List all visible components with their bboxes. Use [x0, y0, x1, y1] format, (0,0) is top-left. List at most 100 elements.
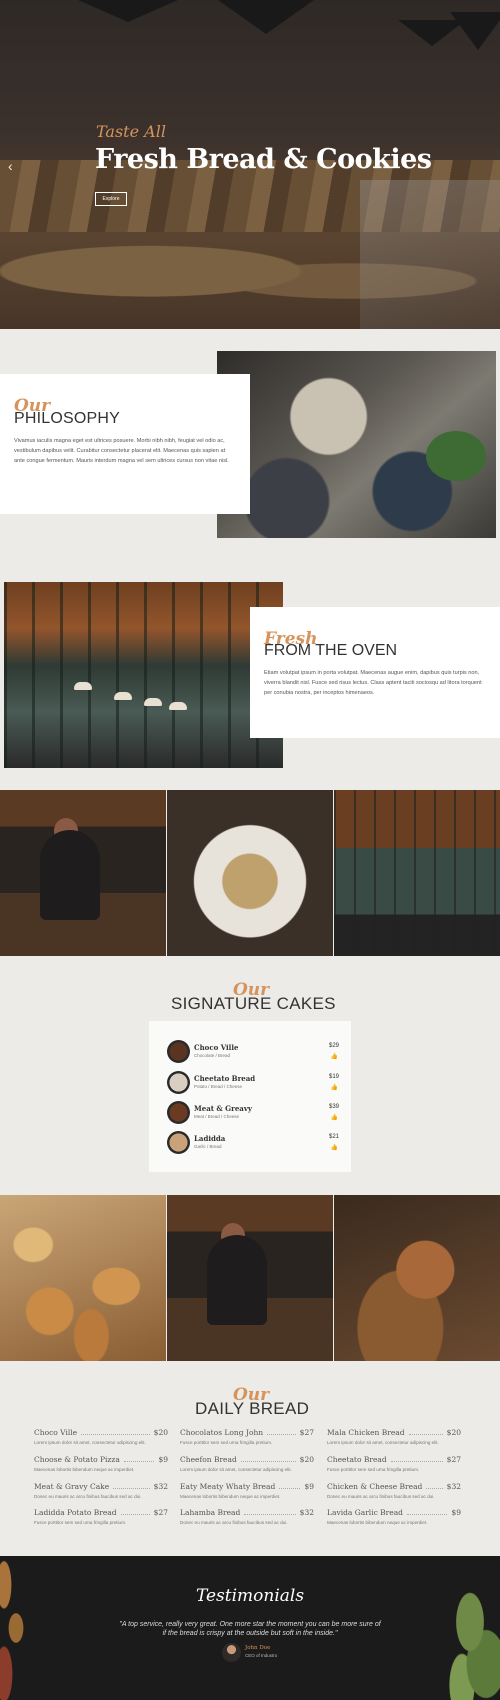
daily-bread-item: Eaty Meaty Whaty Bread $9 Maecenas loborti… — [180, 1482, 314, 1506]
bread-name: Meat & Gravy Cake — [34, 1482, 110, 1491]
daily-bread-item: Lavida Garlic Bread $9 Maecenas lobortis b… — [327, 1508, 461, 1532]
leader-dots — [279, 1484, 301, 1489]
cake-name: Cheetato Bread — [194, 1074, 256, 1083]
bread-name: Cheetato Bread — [327, 1455, 387, 1464]
leader-dots — [240, 1457, 296, 1462]
daily-bread-item: Meat & Gravy Cake $32 Donec eu mauris ac a… — [34, 1482, 168, 1506]
gallery-bread-loaf-photo — [334, 1195, 500, 1361]
pendant-light-icon — [169, 702, 187, 710]
nuts-decoration-image — [0, 1556, 40, 1700]
bread-description: Donec eu mauris ac arcu finibus faucibus… — [34, 1494, 142, 1499]
thumbs-up-icon[interactable]: 👍 — [331, 1144, 338, 1151]
baker-figure — [40, 830, 100, 920]
bread-price: $20 — [299, 1455, 314, 1464]
daily-bread-item: Choco Ville $20 Lorem ipsum dolor sit amet… — [34, 1428, 168, 1452]
cake-thumbnail — [167, 1040, 190, 1063]
thumbs-up-icon[interactable]: 👍 — [331, 1053, 338, 1060]
bread-name: Chicken & Cheese Bread — [327, 1482, 423, 1491]
bread-name: Choose & Potato Pizza — [34, 1455, 120, 1464]
cake-thumbnail — [167, 1101, 190, 1124]
gallery-baker-photo-2 — [167, 1195, 333, 1361]
oven-heading: FROM THE OVEN — [264, 642, 398, 659]
philosophy-body: Vivamus iaculis magna eget est ultrices … — [14, 438, 229, 464]
cake-name: Choco Ville — [194, 1043, 239, 1052]
bread-description: Maecenas lobortis bibendum neque ac impe… — [327, 1520, 428, 1525]
bakery-interior-photo — [4, 582, 283, 768]
oven-body: Etiam volutpat ipsum in porta volutpat. … — [264, 670, 482, 696]
prev-slide-arrow-icon[interactable]: ‹ — [8, 158, 13, 174]
bread-price: $9 — [304, 1482, 314, 1491]
leader-dots — [81, 1430, 150, 1435]
bread-price: $27 — [299, 1428, 314, 1437]
philosophy-heading: PHILOSOPHY — [14, 410, 121, 427]
bread-description: Lorem ipsum dolor sit amet, consectetur … — [180, 1467, 292, 1472]
daily-bread-item: Choose & Potato Pizza $9 Maecenas lobortis… — [34, 1455, 168, 1479]
bread-description: Donec eu mauris ac arcu finibus faucibus… — [327, 1494, 435, 1499]
bread-description: Lorem ipsum dolor sit amet, consectetur … — [327, 1440, 439, 1445]
leader-dots — [120, 1510, 150, 1515]
bread-price: $32 — [299, 1508, 314, 1517]
coffee-bar-photo — [217, 351, 496, 538]
bread-name: Cheefon Bread — [180, 1455, 237, 1464]
bread-price: $20 — [446, 1428, 461, 1437]
testimonials-title: Testimonials — [195, 1586, 305, 1606]
cake-price: $19 — [328, 1074, 339, 1080]
cake-ingredients: Potato / Bread / Cheese — [194, 1084, 243, 1089]
pendant-light-icon — [74, 682, 92, 690]
daily-bread-item: Cheetato Bread $27 Fusce porttitor sem sed… — [327, 1455, 461, 1479]
testimonials-section: Testimonials "A top service, really very… — [0, 1556, 500, 1700]
bread-name: Ladidda Potato Bread — [34, 1508, 117, 1517]
signature-item[interactable]: Choco Ville Chocolate / Bread $29 👍 — [167, 1040, 339, 1064]
cake-thumbnail — [167, 1131, 190, 1154]
leader-dots — [244, 1510, 296, 1515]
bread-description: Fusce porttitor sem sed urna fringilla p… — [34, 1520, 127, 1525]
bread-name: Chocolatos Long John — [180, 1428, 264, 1437]
hero-slider: ‹ Taste All Fresh Bread & Cookies Explor… — [0, 0, 500, 329]
bread-name: Mala Chicken Bread — [327, 1428, 405, 1437]
bread-price: $27 — [446, 1455, 461, 1464]
leader-dots — [390, 1457, 443, 1462]
leader-dots — [408, 1430, 443, 1435]
gallery-interior-photo — [334, 790, 500, 956]
plant-image — [426, 431, 486, 481]
hero-subtitle: Taste All — [96, 122, 166, 141]
bread-description: Maecenas lobortis bibendum neque ac impe… — [34, 1467, 135, 1472]
testimonial-author: John Doe — [245, 1645, 271, 1651]
bread-price: $27 — [153, 1508, 168, 1517]
signature-item[interactable]: Cheetato Bread Potato / Bread / Cheese $19… — [167, 1071, 339, 1095]
daily-bread-item: Ladidda Potato Bread $27 Fusce porttitor s… — [34, 1508, 168, 1532]
hero-title: Fresh Bread & Cookies — [95, 144, 432, 175]
cake-price: $21 — [328, 1134, 339, 1140]
bread-description: Lorem ipsum dolor sit amet, consectetur … — [34, 1440, 146, 1445]
cake-name: Meat & Greavy — [194, 1104, 252, 1113]
cake-name: Ladidda — [194, 1134, 226, 1143]
bread-description: Fusce porttitor sem sed urna fringilla p… — [327, 1467, 420, 1472]
leader-dots — [123, 1457, 155, 1462]
leader-dots — [267, 1430, 296, 1435]
cake-ingredients: Meat / Bread / Cheese — [194, 1114, 240, 1119]
signature-item[interactable]: Ladidda Garlic / Bread $21 👍 — [167, 1131, 339, 1155]
bread-name: Eaty Meaty Whaty Bread — [180, 1482, 276, 1491]
bread-description: Donec eu mauris ac arcu finibus faucibus… — [180, 1520, 288, 1525]
thumbs-up-icon[interactable]: 👍 — [331, 1114, 338, 1121]
explore-button[interactable]: Explore — [95, 192, 127, 206]
pendant-light-icon — [114, 692, 132, 700]
thumbs-up-icon[interactable]: 👍 — [331, 1084, 338, 1091]
bread-price: $20 — [153, 1428, 168, 1437]
cake-thumbnail — [167, 1071, 190, 1094]
bread-price: $32 — [446, 1482, 461, 1491]
leader-dots — [406, 1510, 448, 1515]
cake-ingredients: Garlic / Bread — [194, 1144, 222, 1149]
signature-item[interactable]: Meat & Greavy Meat / Bread / Cheese $39 👍 — [167, 1101, 339, 1125]
bread-name: Choco Ville — [34, 1428, 78, 1437]
bread-price: $9 — [158, 1455, 168, 1464]
daily-bread-item: Cheefon Bread $20 Lorem ipsum dolor sit am… — [180, 1455, 314, 1479]
cake-price: $29 — [328, 1043, 339, 1049]
bread-name: Lahamba Bread — [180, 1508, 241, 1517]
leader-dots — [113, 1484, 150, 1489]
daily-bread-item: Chocolatos Long John $27 Fusce porttitor s… — [180, 1428, 314, 1452]
gallery-pastries-photo — [0, 1195, 166, 1361]
baker-figure — [207, 1235, 267, 1325]
daily-bread-item: Mala Chicken Bread $20 Lorem ipsum dolor s… — [327, 1428, 461, 1452]
testimonial-quote: "A top service, really very great. One m… — [119, 1621, 381, 1637]
